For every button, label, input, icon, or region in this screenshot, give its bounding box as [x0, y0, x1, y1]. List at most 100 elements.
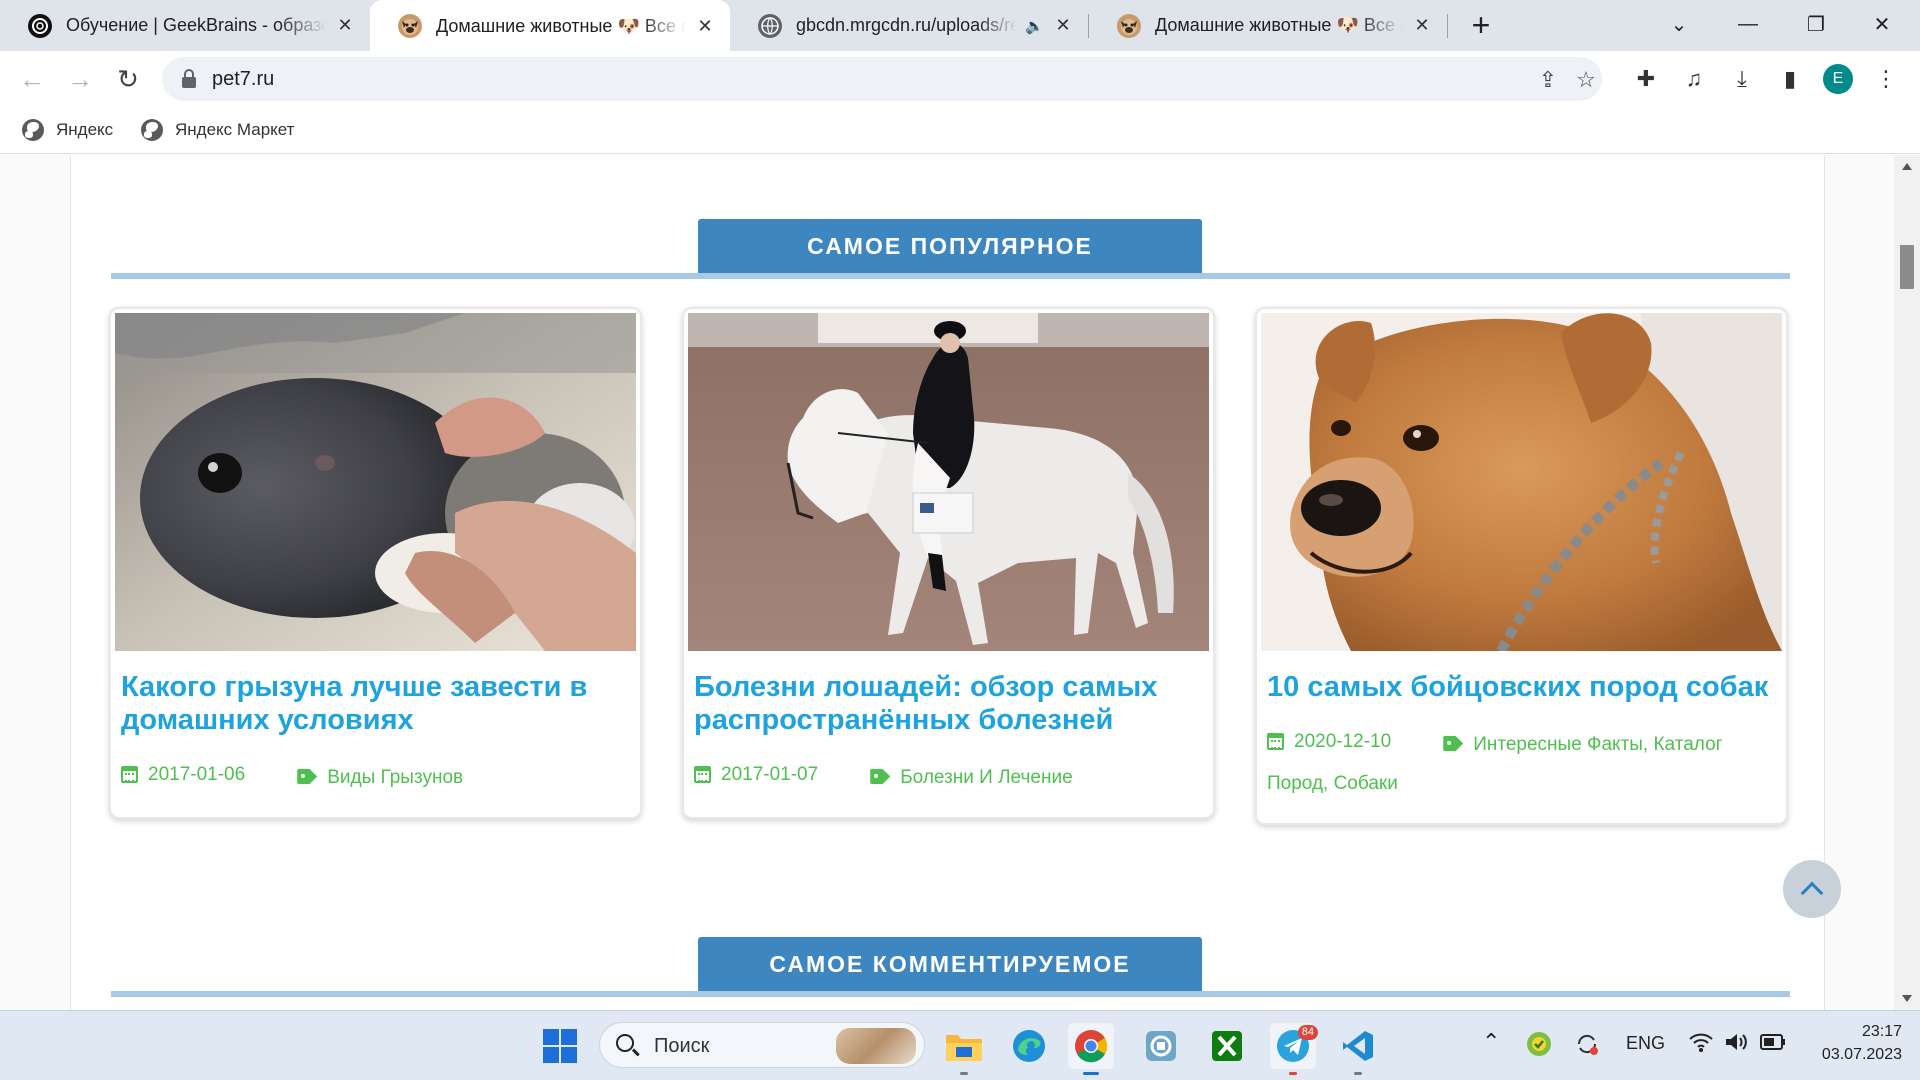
article-title-link[interactable]: 10 самых бойцовских пород собак [1267, 671, 1776, 704]
side-panel-icon[interactable]: ▮ [1772, 61, 1808, 97]
tab-search-dropdown-icon[interactable]: ⌄ [1659, 6, 1699, 42]
media-control-icon[interactable]: ♫ [1676, 61, 1712, 97]
bookmark-label: Яндекс Маркет [175, 120, 295, 139]
chevron-up-icon [1800, 881, 1824, 905]
page-scrollbar[interactable] [1894, 155, 1920, 1010]
chrome-icon[interactable] [1068, 1023, 1114, 1075]
scroll-up-arrow-icon[interactable] [1902, 163, 1912, 170]
vscode-icon[interactable] [1335, 1023, 1381, 1075]
windows-taskbar: Поиск 84 ⌃ ENG 23:17 03.07.2023 [0, 1010, 1920, 1080]
rabbit-photo[interactable] [115, 313, 636, 651]
section-popular: САМОЕ ПОПУЛЯРНОЕ [111, 219, 1790, 279]
running-indicator [1083, 1072, 1099, 1075]
bookmark-star-icon[interactable]: ☆ [1572, 66, 1600, 94]
browser-toolbar: ← → ↻ pet7.ru ⇪ ☆ ✚ ♫ ⤓ ▮ E ⋮ [0, 51, 1920, 107]
tray-overflow-chevron-icon[interactable]: ⌃ [1482, 1029, 1500, 1055]
xbox-icon[interactable] [1204, 1023, 1250, 1069]
tab-pets-active[interactable]: Домашние животные 🐶 Все про домашних жив… [370, 0, 730, 52]
clock-date: 03.07.2023 [1821, 1046, 1902, 1063]
share-icon[interactable]: ⇪ [1534, 66, 1562, 94]
browser-menu-icon[interactable]: ⋮ [1868, 61, 1904, 97]
page-viewport: САМОЕ ПОПУЛЯРНОЕ Какого грызуна лучше за… [0, 155, 1920, 1010]
volume-icon[interactable] [1724, 1031, 1750, 1058]
download-icon[interactable]: ⤓ [1724, 61, 1760, 97]
tab-close-icon[interactable]: ✕ [694, 15, 716, 37]
minimize-button[interactable]: — [1728, 6, 1768, 42]
calendar-icon [694, 766, 711, 783]
maximize-button[interactable]: ❐ [1796, 6, 1836, 42]
telegram-icon[interactable]: 84 [1270, 1023, 1318, 1075]
sync-icon[interactable] [1574, 1031, 1600, 1062]
running-indicator [1289, 1072, 1297, 1075]
bookmark-yandex-market[interactable]: Яндекс Маркет [141, 116, 294, 144]
url-text[interactable]: pet7.ru [212, 68, 274, 91]
clock-time: 23:17 [1861, 1023, 1902, 1040]
dog-photo[interactable] [1261, 313, 1782, 651]
file-explorer-icon[interactable] [941, 1023, 987, 1075]
system-clock[interactable]: 23:17 03.07.2023 [1808, 1020, 1902, 1066]
openai-icon [28, 13, 52, 38]
tab-close-icon[interactable]: ✕ [1052, 15, 1074, 37]
close-window-button[interactable]: ✕ [1862, 6, 1902, 42]
profile-avatar[interactable]: E [1823, 64, 1853, 94]
wifi-icon[interactable] [1688, 1031, 1714, 1058]
article-date: 2017-01-06 [121, 755, 245, 794]
article-date: 2017-01-07 [694, 755, 818, 794]
scrollbar-thumb[interactable] [1900, 245, 1914, 289]
battery-icon[interactable] [1760, 1033, 1786, 1056]
language-indicator[interactable]: ENG [1626, 1033, 1665, 1054]
taskbar-search[interactable]: Поиск [599, 1022, 925, 1068]
edge-icon[interactable] [1006, 1023, 1052, 1069]
article-title-link[interactable]: Какого грызуна лучше завести в домашних … [121, 671, 630, 737]
section-most-commented: САМОЕ КОММЕНТИРУЕМОЕ [111, 937, 1790, 997]
bookmark-yandex[interactable]: Яндекс [22, 116, 113, 144]
tag-icon [870, 769, 891, 784]
category-link[interactable]: Болезни И Лечение [900, 767, 1072, 788]
tab-title: gbcdn.mrgcdn.ru/uploads/record [796, 15, 1018, 35]
article-card[interactable]: 10 самых бойцовских пород собак 2020-12-… [1255, 307, 1788, 825]
bookmarks-bar: Яндекс Яндекс Маркет [0, 107, 1920, 154]
horse-photo[interactable] [688, 313, 1209, 651]
bookmark-label: Яндекс [56, 120, 114, 139]
address-bar[interactable]: pet7.ru ⇪ ☆ [162, 57, 1602, 101]
date-text: 2017-01-07 [721, 764, 819, 785]
lock-icon[interactable] [182, 69, 196, 88]
article-meta: 2017-01-06 Виды Грызунов [121, 755, 630, 797]
scroll-down-arrow-icon[interactable] [1902, 995, 1912, 1002]
section-divider [111, 273, 1790, 279]
article-meta: 2020-12-10 Интересные Факты, Каталог Поро… [1267, 722, 1776, 803]
tab-geekbrains[interactable]: Обучение | GeekBrains - образовательный … [0, 0, 370, 51]
article-category[interactable]: Виды Грызунов [297, 767, 463, 788]
article-title-link[interactable]: Болезни лошадей: обзор самых распростран… [694, 671, 1203, 737]
article-card[interactable]: Болезни лошадей: обзор самых распростран… [682, 307, 1215, 819]
tab-title: Домашние животные 🐶 Все про домашних жив… [1155, 15, 1403, 35]
search-icon [616, 1034, 634, 1052]
globe-icon [22, 119, 44, 141]
tab-strip: Обучение | GeekBrains - образовательный … [0, 0, 1920, 52]
category-link[interactable]: Виды Грызунов [327, 767, 463, 788]
speaker-icon[interactable]: 🔈 [1025, 17, 1044, 35]
section-title: САМОЕ ПОПУЛЯРНОЕ [698, 219, 1202, 273]
extensions-icon[interactable]: ✚ [1628, 61, 1664, 97]
article-category[interactable]: Болезни И Лечение [870, 767, 1073, 788]
forward-button[interactable]: → [62, 61, 98, 97]
globe-icon [141, 119, 163, 141]
article-card[interactable]: Какого грызуна лучше завести в домашних … [109, 307, 642, 819]
page-content: САМОЕ ПОПУЛЯРНОЕ Какого грызуна лучше за… [70, 155, 1825, 1010]
reload-button[interactable]: ↻ [110, 61, 146, 97]
tab-gbcdn[interactable]: gbcdn.mrgcdn.ru/uploads/record 🔈 ✕ [730, 0, 1088, 51]
tray-app-icon[interactable] [1526, 1031, 1552, 1062]
app-icon[interactable] [1138, 1023, 1184, 1069]
new-tab-button[interactable]: + [1464, 9, 1498, 43]
scroll-to-top-button[interactable] [1783, 860, 1841, 918]
tab-title: Домашние животные 🐶 Все про домашних жив… [436, 15, 686, 36]
tab-pets[interactable]: Домашние животные 🐶 Все про домашних жив… [1089, 0, 1447, 51]
notification-badge: 84 [1297, 1025, 1318, 1040]
tab-close-icon[interactable]: ✕ [1411, 15, 1433, 37]
tab-separator [1447, 14, 1448, 38]
tab-close-icon[interactable]: ✕ [334, 15, 356, 37]
windows-start-icon[interactable] [537, 1023, 583, 1069]
pug-icon [1117, 13, 1141, 38]
search-highlight-image [836, 1028, 916, 1064]
back-button[interactable]: ← [14, 61, 50, 97]
